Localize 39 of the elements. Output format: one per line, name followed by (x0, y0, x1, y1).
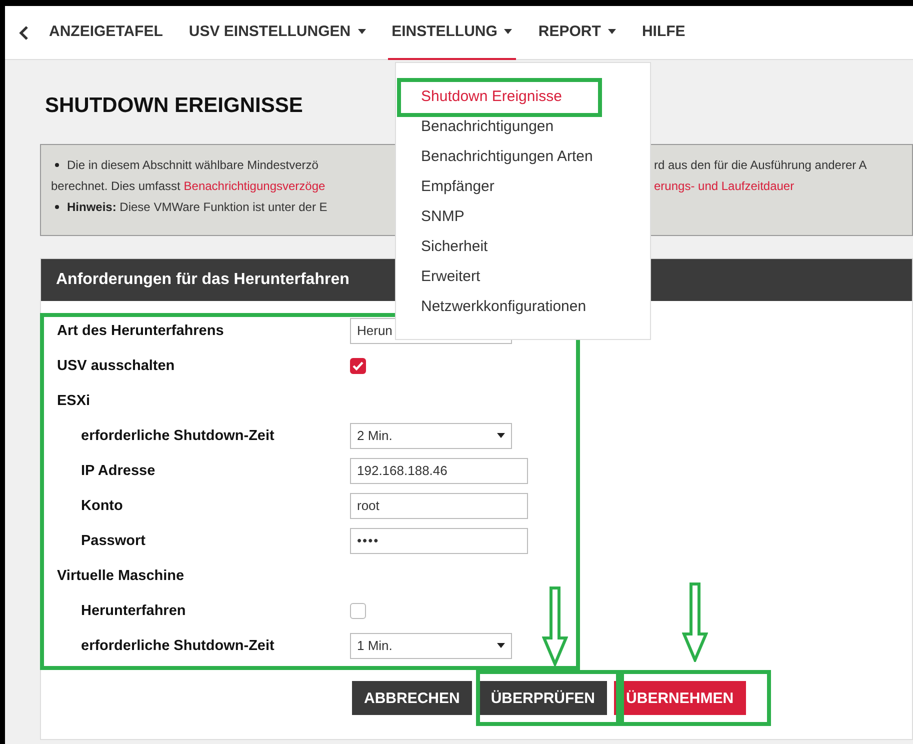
nav-tab[interactable]: ANZEIGETAFEL (45, 6, 167, 60)
panel-title: Anforderungen für das Herunterfahren (56, 271, 350, 289)
menu-item[interactable]: Empfänger (396, 171, 650, 201)
apply-button[interactable]: ÜBERNEHMEN (614, 681, 746, 715)
notice-text: Hinweis: Diese VMWare Funktion ist unter der E (67, 200, 328, 214)
notice-text: Die in diesem Abschnitt wählbare Mindestverzö (67, 158, 318, 172)
menu-item[interactable]: Erweitert (396, 261, 650, 291)
select-field[interactable]: 2 Min. (350, 422, 512, 448)
input-field[interactable]: 192.168.188.46 (350, 458, 528, 484)
menu-item[interactable]: Shutdown Ereignisse (396, 81, 650, 111)
nav-tab[interactable]: EINSTELLUNG (388, 6, 516, 60)
field-label: erforderliche Shutdown-Zeit (80, 638, 276, 654)
password-field[interactable]: •••• (350, 528, 528, 554)
nav-tab[interactable]: REPORT (534, 6, 620, 60)
input-field[interactable]: root (350, 492, 528, 518)
action-button[interactable]: ABBRECHEN (352, 681, 472, 715)
nav-tab[interactable]: USV EINSTELLUNGEN (184, 6, 370, 60)
field-label: IP Adresse (80, 462, 156, 478)
field-label: Passwort (80, 532, 146, 548)
notice-link[interactable]: Benachrichtigungsverzöge (184, 178, 326, 192)
page-title: SHUTDOWN EREIGNISSE (45, 94, 303, 119)
select-field[interactable]: 1 Min. (350, 632, 512, 658)
field-label: Konto (80, 498, 124, 514)
field-label: Herunterfahren (80, 602, 187, 618)
action-button[interactable]: ÜBERPRÜFEN (478, 681, 608, 715)
notice-link[interactable]: erungs- und Laufzeitdauer (654, 178, 794, 192)
notice-text: berechnet. Dies umfasst (51, 178, 180, 192)
menu-item[interactable]: Benachrichtigungen (396, 111, 650, 141)
field-label: Virtuelle Maschine (57, 568, 186, 584)
menu-item[interactable]: Benachrichtigungen Arten (396, 141, 650, 171)
field-label: USV ausschalten (57, 358, 176, 374)
menu-item[interactable]: Sicherheit (396, 231, 650, 261)
field-label: erforderliche Shutdown-Zeit (80, 428, 276, 444)
field-label: Art des Herunterfahrens (57, 322, 225, 338)
menu-item[interactable]: SNMP (396, 201, 650, 231)
nav-tab[interactable]: HILFE (638, 6, 690, 60)
menu-item[interactable]: Netzwerkkonfigurationen (396, 291, 650, 321)
notice-text: rd aus den für die Ausführung anderer A (654, 158, 867, 172)
field-label: ESXi (57, 392, 92, 408)
